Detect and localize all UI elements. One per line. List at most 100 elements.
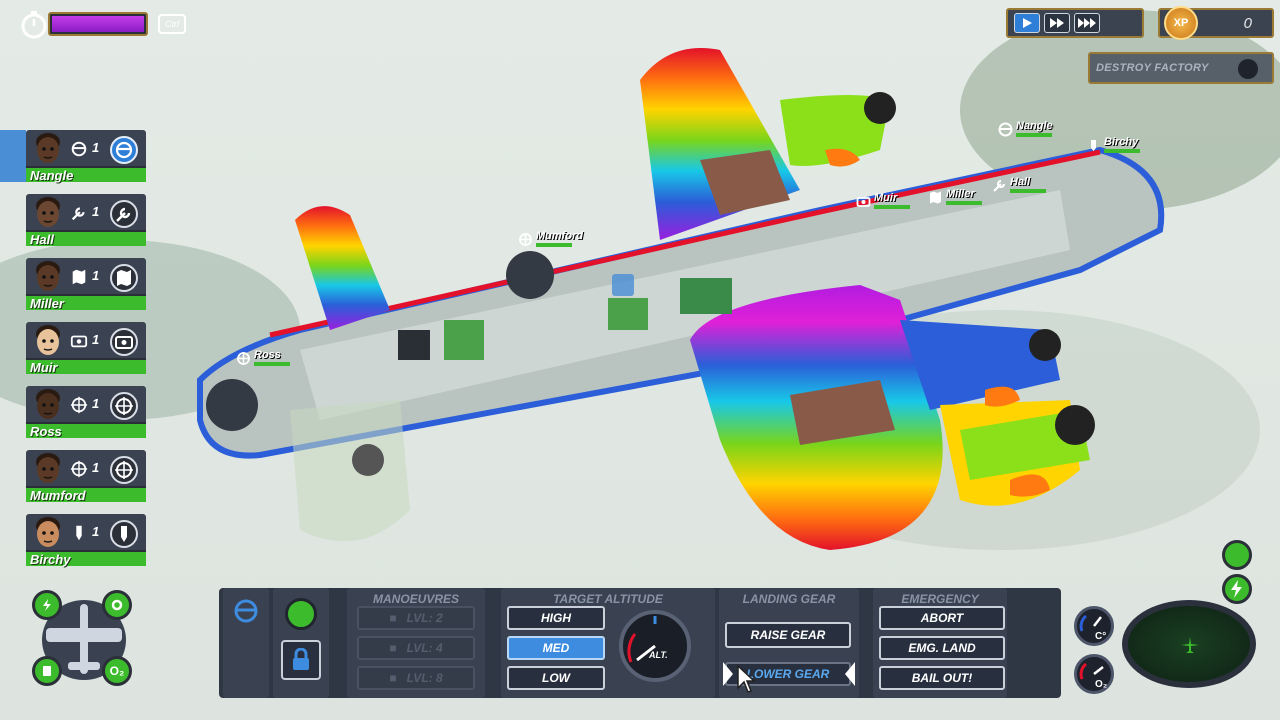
crew-health-bar: Miller — [26, 294, 146, 311]
altitude-low-button[interactable]: LOW — [507, 666, 605, 690]
oxygen-status-button[interactable]: O₂ — [102, 656, 132, 686]
manoeuvre-lvl8-label: LVL: 8 — [406, 671, 443, 685]
crew-name: Muir — [30, 360, 58, 375]
manoeuvre-lvl2-button[interactable]: ■ LVL: 2 — [357, 606, 475, 630]
radar-minimap[interactable] — [1122, 600, 1256, 688]
mouse-cursor-icon — [737, 664, 756, 693]
play-speed-button[interactable] — [1014, 13, 1040, 33]
crew-role-button[interactable] — [110, 328, 138, 356]
crosshair-icon — [519, 233, 532, 246]
crew-tag-health — [1016, 133, 1052, 137]
crew-role-button[interactable] — [110, 456, 138, 484]
manoeuvre-lvl4-button[interactable]: ■ LVL: 4 — [357, 636, 475, 660]
map-icon — [72, 269, 86, 285]
emergency-land-button[interactable]: EMG. LAND — [879, 636, 1005, 660]
crew-card-muir[interactable]: 1 Muir — [26, 322, 146, 375]
crosshair-icon — [70, 396, 88, 414]
crew-role-button[interactable] — [110, 200, 138, 228]
crew-card-mumford[interactable]: 1 Mumford — [26, 450, 146, 503]
altimeter-needle-icon — [627, 616, 657, 663]
emergency-section: EMERGENCY ABORT EMG. LAND BAIL OUT! — [873, 588, 1007, 698]
crew-role-button[interactable] — [110, 264, 138, 292]
steering-wheel-icon[interactable] — [231, 598, 261, 624]
crew-tag-health — [1104, 149, 1140, 153]
raise-gear-button[interactable]: RAISE GEAR — [725, 622, 851, 648]
altimeter-gauge: ALT. — [619, 610, 691, 682]
crew-tag-name: Ross — [254, 349, 281, 361]
lock-icon: ■ — [389, 671, 397, 685]
plane-marker-icon — [1181, 637, 1199, 653]
crew-tag-name: Muir — [874, 192, 898, 204]
crew-card-hall[interactable]: 1 Hall — [26, 194, 146, 247]
bomb-icon — [1091, 140, 1096, 151]
lock-button[interactable] — [281, 640, 321, 680]
altitude-high-button[interactable]: HIGH — [507, 606, 605, 630]
hydraulics-status-button[interactable] — [102, 590, 132, 620]
mission-objective[interactable]: DESTROY FACTORY — [1088, 52, 1274, 84]
oxygen-gauge: O₂ — [1074, 654, 1114, 694]
crew-name: Ross — [30, 424, 62, 439]
manoeuvres-title: MANOEUVRES — [372, 592, 459, 606]
crew-portrait-avatar — [36, 197, 60, 227]
lock-icon — [293, 648, 309, 670]
crew-level: 1 — [92, 460, 100, 475]
altimeter-label: ALT. — [649, 650, 668, 660]
ctrl-key-hint: Ctrl — [158, 14, 186, 34]
crew-portrait-avatar — [36, 133, 60, 163]
game-speed-controls — [1006, 8, 1144, 38]
role-selector — [223, 588, 269, 698]
crew-role-button[interactable] — [110, 136, 138, 164]
map-icon — [930, 191, 941, 204]
cursor-arrow-left-icon — [723, 662, 733, 686]
xp-counter: XP 0 — [1158, 6, 1274, 40]
steering-wheel-icon — [71, 141, 87, 157]
crew-level: 1 — [92, 204, 100, 219]
crew-role-button[interactable] — [110, 392, 138, 420]
bail-out-button[interactable]: BAIL OUT! — [879, 666, 1005, 690]
cursor-arrow-right-icon — [845, 662, 855, 686]
wrench-icon — [993, 179, 1006, 192]
crew-level: 1 — [92, 524, 100, 539]
crew-level: 1 — [92, 268, 100, 283]
abort-button[interactable]: ABORT — [879, 606, 1005, 630]
manoeuvres-section: MANOEUVRES ■ LVL: 2 ■ LVL: 4 ■ LVL: 8 — [347, 588, 485, 698]
bomb-icon — [121, 526, 127, 542]
boost-bar — [48, 12, 148, 36]
electrics-status-button[interactable] — [32, 590, 62, 620]
crew-name: Birchy — [30, 552, 71, 567]
altitude-med-button[interactable]: MED — [507, 636, 605, 660]
crew-card-ross[interactable]: 1 Ross — [26, 386, 146, 439]
crew-card-nangle[interactable]: 1 Nangle — [26, 130, 146, 183]
fuel-status-button[interactable] — [32, 656, 62, 686]
engine-status-button[interactable] — [1222, 540, 1252, 570]
crew-card-miller[interactable]: 1 Miller — [26, 258, 146, 311]
fastest-forward-button[interactable] — [1074, 13, 1100, 33]
crew-health-bar: Mumford — [26, 486, 146, 503]
control-panel: MANOEUVRES ■ LVL: 2 ■ LVL: 4 ■ LVL: 8 TARGE… — [219, 588, 1061, 698]
crosshair-icon — [70, 460, 88, 478]
camera-icon — [115, 336, 133, 349]
crew-card-birchy[interactable]: 1 Birchy — [26, 514, 146, 567]
crew-tag-health — [254, 362, 290, 366]
lock-icon: ■ — [389, 611, 397, 625]
steering-wheel-icon — [115, 141, 133, 159]
crew-level: 1 — [92, 332, 100, 347]
crew-level: 1 — [92, 396, 100, 411]
plane-status-overview: O₂ — [32, 590, 134, 686]
target-altitude-title: TARGET ALTITUDE — [553, 592, 663, 606]
manoeuvre-lvl8-button[interactable]: ■ LVL: 8 — [357, 666, 475, 690]
crew-portrait-avatar — [36, 325, 60, 355]
xp-coin-icon: XP — [1164, 6, 1198, 40]
camera-icon — [70, 335, 88, 348]
oxygen-label: O₂ — [1095, 679, 1108, 690]
map-icon — [117, 270, 131, 286]
crew-tag-name: Mumford — [536, 230, 584, 242]
crew-tag-name: Miller — [946, 188, 975, 200]
lightning-icon — [1231, 580, 1242, 598]
crosshair-icon — [237, 352, 250, 365]
crew-role-button[interactable] — [110, 520, 138, 548]
crew-name: Miller — [30, 296, 64, 311]
power-status-button[interactable] — [1222, 574, 1252, 604]
crew-health-bar: Nangle — [26, 166, 146, 183]
fast-forward-button[interactable] — [1044, 13, 1070, 33]
